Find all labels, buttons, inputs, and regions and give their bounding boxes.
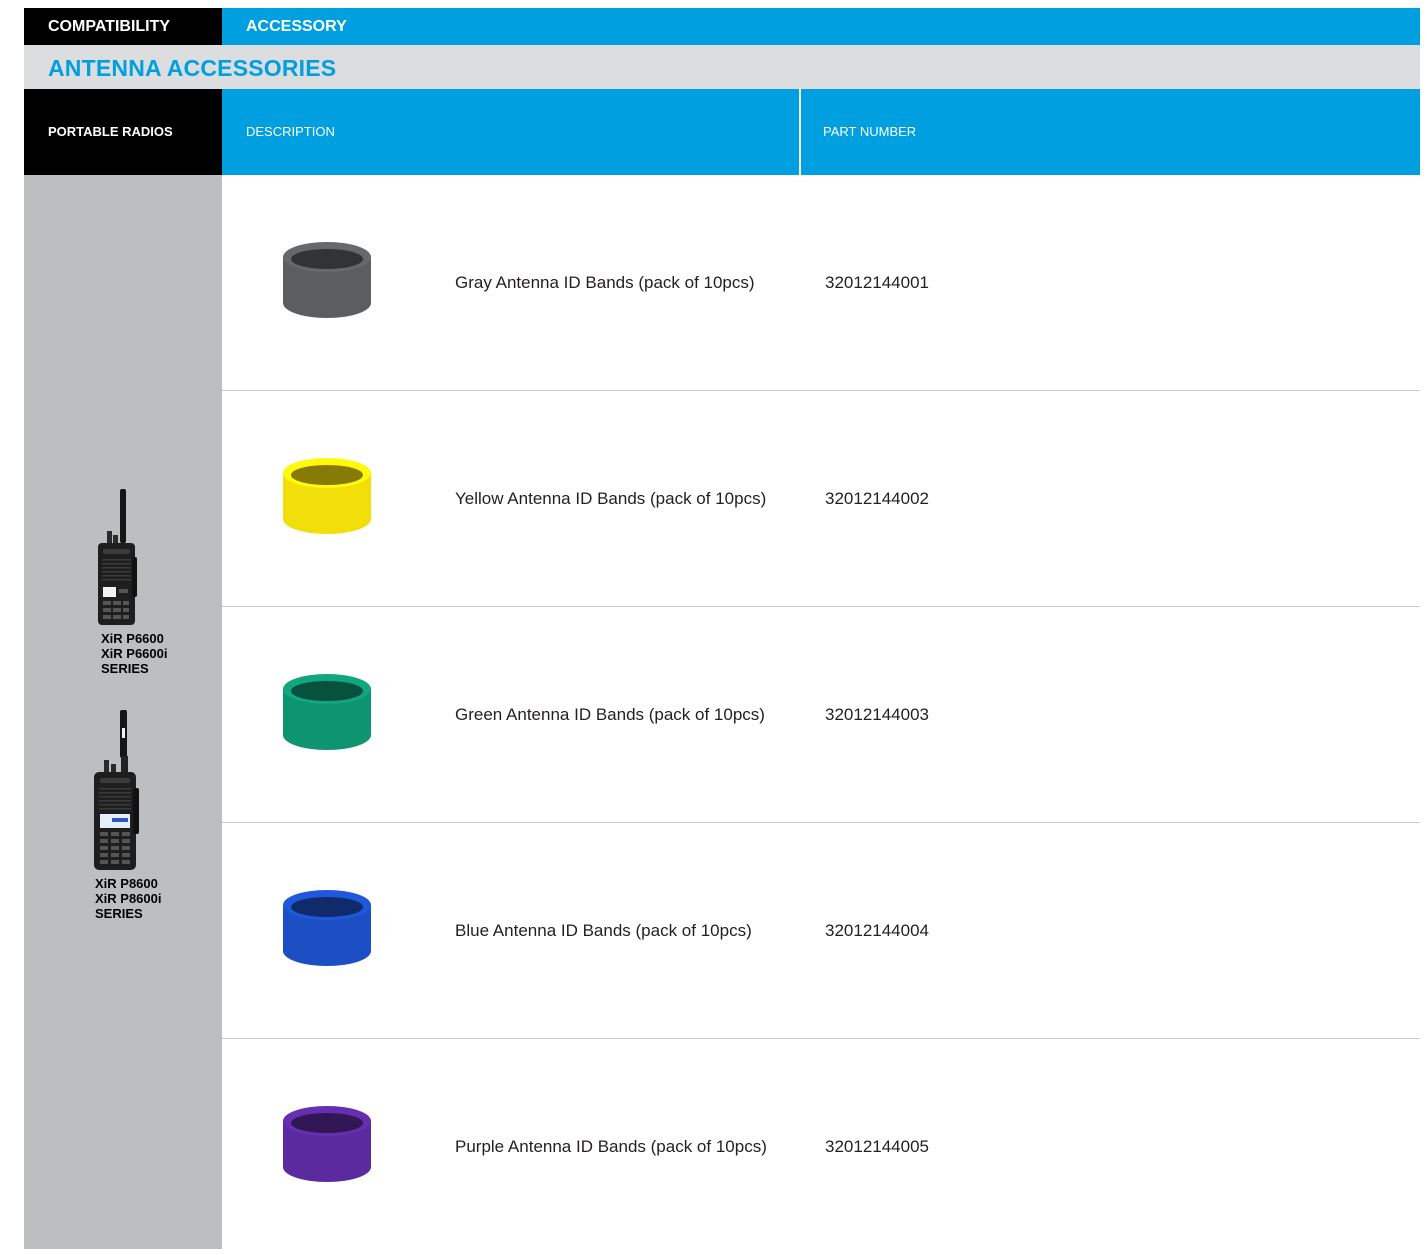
yellow-antenna-band-image [283,458,371,534]
table-row: Gray Antenna ID Bands (pack of 10pcs) 32… [222,175,1420,391]
table-row: Blue Antenna ID Bands (pack of 10pcs) 32… [222,823,1420,1039]
product-part-number: 32012144001 [825,273,930,292]
radio-p6600-image [98,489,137,625]
accessory-rows: Gray Antenna ID Bands (pack of 10pcs) 32… [222,175,1420,1255]
product-description: Yellow Antenna ID Bands (pack of 10pcs) [455,489,767,508]
product-description: Purple Antenna ID Bands (pack of 10pcs) [455,1137,767,1156]
table-row: Green Antenna ID Bands (pack of 10pcs) 3… [222,607,1420,823]
product-description: Green Antenna ID Bands (pack of 10pcs) [455,705,765,724]
green-antenna-band-image [283,674,371,750]
radio-p8600-image [94,710,139,870]
radio-p8600-label: XiR P8600 XiR P8600i SERIES [95,876,162,921]
compatibility-header: COMPATIBILITY [24,8,222,45]
purple-antenna-band-image [283,1106,371,1182]
table-row: Purple Antenna ID Bands (pack of 10pcs) … [222,1039,1420,1255]
table-row: Yellow Antenna ID Bands (pack of 10pcs) … [222,391,1420,607]
part-number-column-header: PART NUMBER [801,89,1420,175]
product-description: Blue Antenna ID Bands (pack of 10pcs) [455,921,752,940]
blue-antenna-band-image [283,890,371,966]
product-part-number: 32012144002 [825,489,930,508]
compatibility-column: XiR P6600 XiR P6600i SERIES XiR P8600 Xi… [24,175,222,1249]
radio-p6600-label: XiR P6600 XiR P6600i SERIES [101,631,168,676]
product-part-number: 32012144003 [825,705,930,724]
product-part-number: 32012144004 [825,921,930,940]
portable-radios-column-header: PORTABLE RADIOS [24,89,222,175]
product-part-number: 32012144005 [825,1137,930,1156]
section-title: ANTENNA ACCESSORIES [24,45,1420,89]
gray-antenna-band-image [283,242,371,318]
product-description: Gray Antenna ID Bands (pack of 10pcs) [455,273,755,292]
description-column-header: DESCRIPTION [222,89,799,175]
accessory-header: ACCESSORY [222,8,1420,45]
